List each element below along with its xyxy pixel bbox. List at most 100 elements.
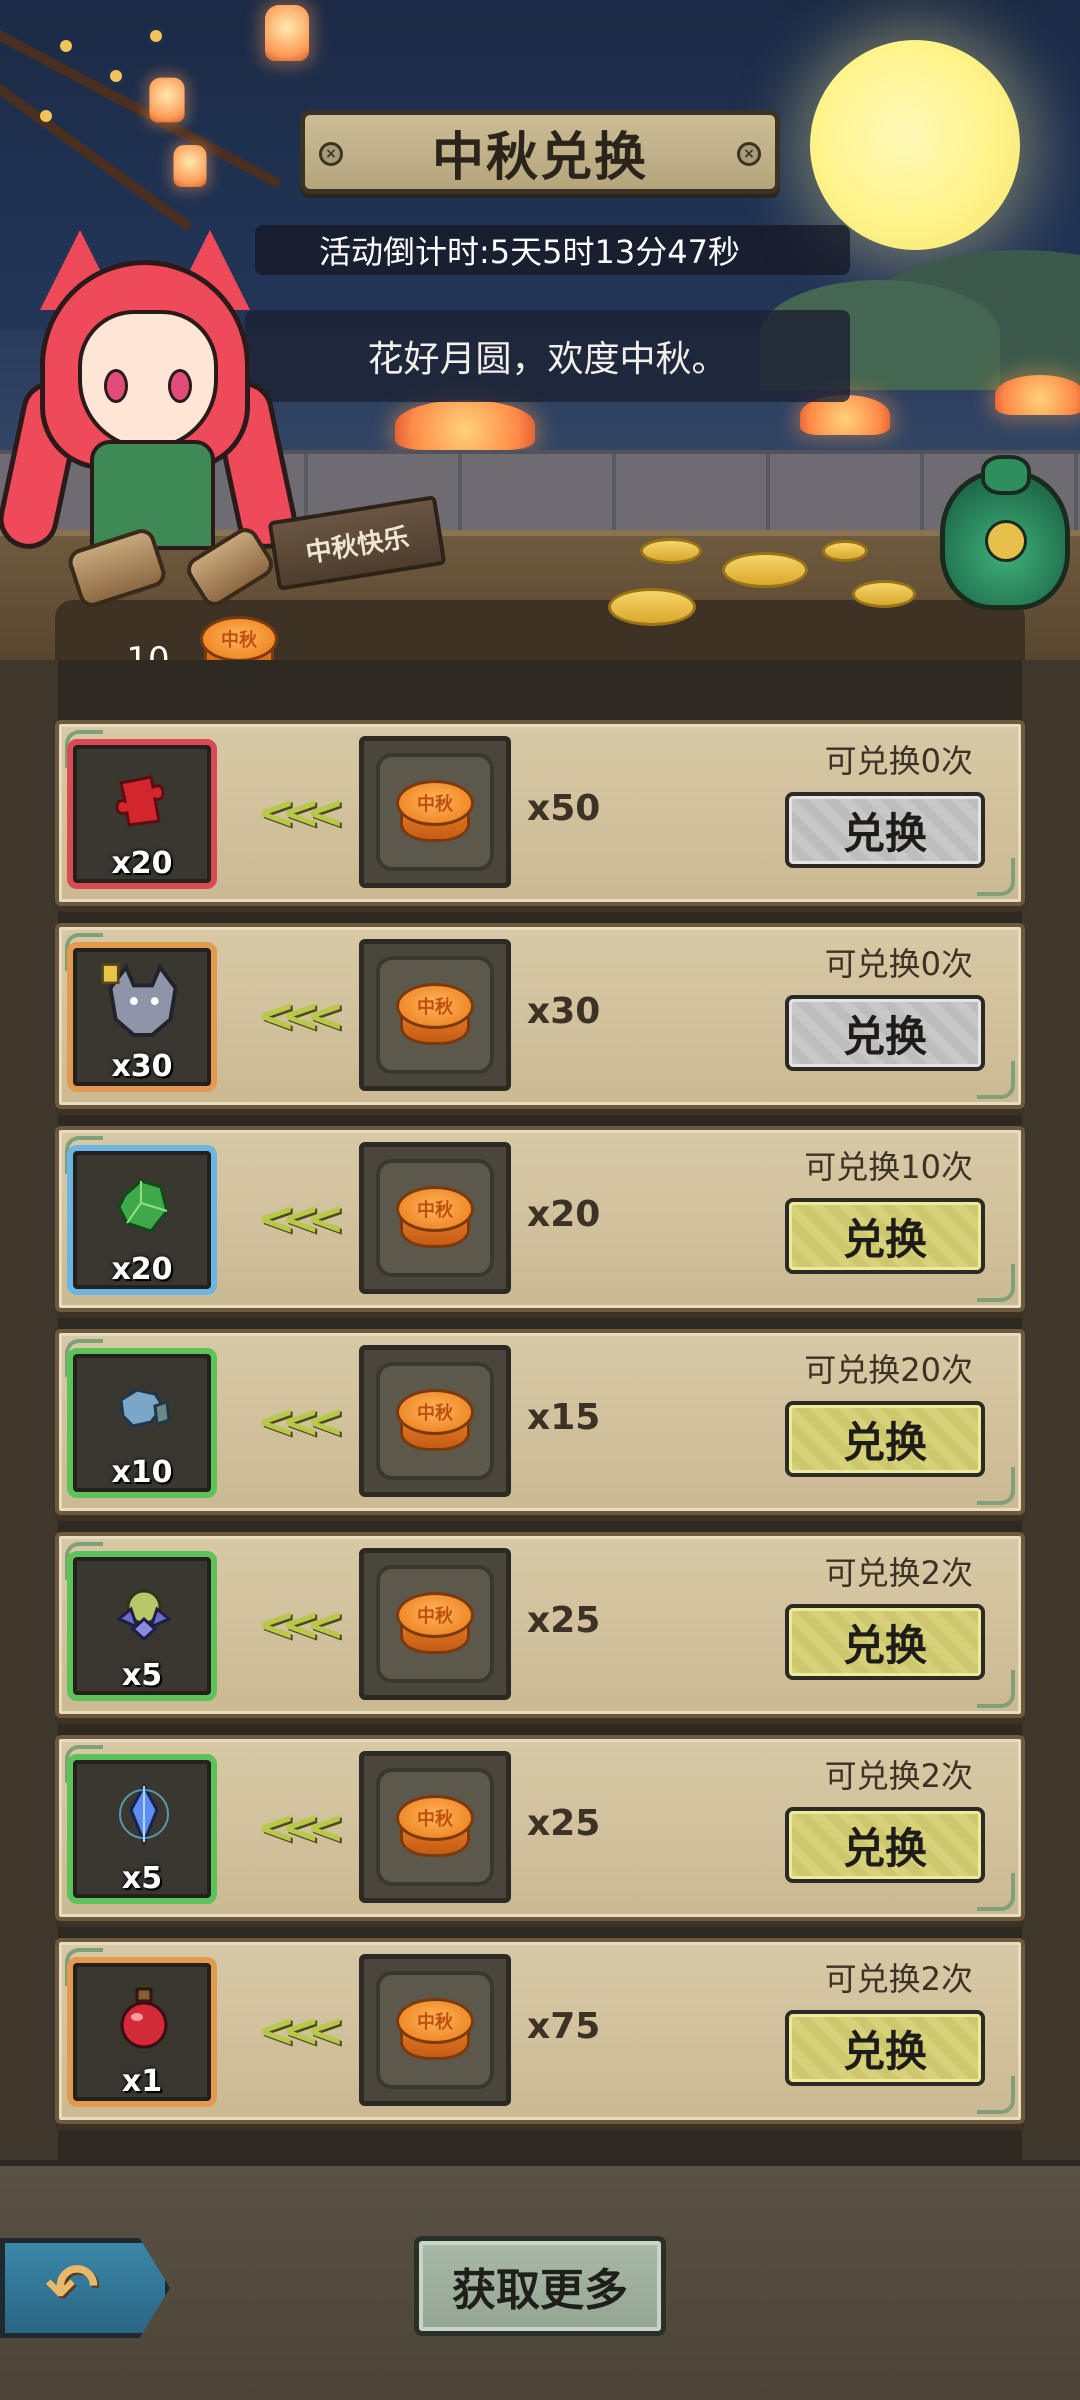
back-button[interactable]: ↶	[0, 2238, 170, 2338]
npc-character	[0, 200, 303, 555]
cost-quantity: x30	[527, 991, 601, 1032]
exchange-list[interactable]: x20 <<< 中秋 x50 可兑换0次 兑换 x30 <<< 中秋 x30 可…	[55, 720, 1025, 2141]
mooncake-icon: 中秋	[396, 1186, 474, 1250]
cost-quantity: x15	[527, 1397, 601, 1438]
cost-slot: 中秋	[359, 736, 511, 888]
reward-slot[interactable]: x5	[67, 1754, 217, 1904]
blue-crystal-icon	[119, 1782, 169, 1846]
sky-lantern-icon	[149, 77, 185, 123]
reward-slot[interactable]: x1	[67, 1957, 217, 2107]
chevron-left-icon: <<<	[257, 2003, 345, 2057]
eye	[104, 369, 128, 403]
gold-coin-icon	[640, 538, 702, 564]
mooncake-icon: 中秋	[396, 1592, 474, 1656]
exchange-button[interactable]: 兑换	[785, 1604, 985, 1680]
countdown-bar: 活动倒计时:5天5时13分47秒	[255, 225, 850, 275]
panel-rail	[1022, 660, 1080, 2160]
face	[78, 310, 218, 450]
blossom-decoration	[110, 70, 122, 82]
exchange-row: x5 <<< 中秋 x25 可兑换2次 兑换	[55, 1735, 1025, 1921]
exchange-row: x5 <<< 中秋 x25 可兑换2次 兑换	[55, 1532, 1025, 1718]
cost-quantity: x25	[527, 1600, 601, 1641]
back-arrow-icon: ↶	[45, 2251, 99, 2325]
chevron-left-icon: <<<	[257, 785, 345, 839]
dialogue-text: 花好月圆，欢度中秋。	[367, 339, 728, 380]
eye	[168, 369, 192, 403]
reward-slot[interactable]: x30	[67, 942, 217, 1092]
chevron-left-icon: <<<	[257, 988, 345, 1042]
cost-slot: 中秋	[359, 1954, 511, 2106]
branch-decoration	[0, 20, 283, 190]
reward-quantity: x20	[111, 1252, 173, 1287]
lotus-lantern-icon	[395, 400, 535, 450]
mooncake-icon: 中秋	[396, 1389, 474, 1453]
moon	[810, 40, 1020, 250]
reward-slot[interactable]: x20	[67, 739, 217, 889]
exchange-button[interactable]: 兑换	[785, 2010, 985, 2086]
remaining-count: 可兑换2次	[824, 1757, 973, 1795]
reward-quantity: x1	[121, 2064, 163, 2099]
red-puzzle-piece-icon	[115, 775, 165, 827]
gold-coin-icon	[608, 588, 696, 626]
cost-quantity: x50	[527, 788, 601, 829]
green-gem-icon	[117, 1179, 169, 1233]
exchange-button[interactable]: 兑换	[785, 1198, 985, 1274]
remaining-count: 可兑换2次	[824, 1960, 973, 1998]
exchange-button[interactable]: 兑换	[785, 1807, 985, 1883]
reward-quantity: x5	[121, 1861, 163, 1896]
gold-coin-icon	[822, 540, 868, 562]
bolt-icon: ×	[319, 142, 343, 166]
chevron-left-icon: <<<	[257, 1597, 345, 1651]
gold-coin-icon	[722, 552, 808, 588]
bottom-bar: ↶ 获取更多	[0, 2160, 1080, 2400]
reward-quantity: x20	[111, 846, 173, 881]
mooncake-icon: 中秋	[396, 1998, 474, 2062]
blossom-decoration	[40, 110, 52, 122]
bag-emblem	[985, 520, 1027, 562]
get-more-button[interactable]: 获取更多	[414, 2236, 666, 2336]
exchange-button[interactable]: 兑换	[785, 1401, 985, 1477]
gold-coin-icon	[852, 580, 916, 608]
countdown-text: 活动倒计时:5天5时13分47秒	[319, 233, 740, 271]
cost-quantity: x25	[527, 1803, 601, 1844]
sky-lantern-icon	[265, 5, 309, 61]
lucky-bag-icon[interactable]	[940, 455, 1070, 610]
exchange-row: x10 <<< 中秋 x15 可兑换20次 兑换	[55, 1329, 1025, 1515]
remaining-count: 可兑换2次	[824, 1554, 973, 1592]
red-potion-icon	[120, 1987, 168, 2049]
panel-rail	[0, 660, 58, 2160]
exchange-row: x20 <<< 中秋 x50 可兑换0次 兑换	[55, 720, 1025, 906]
reward-quantity: x10	[111, 1455, 173, 1490]
mooncake-icon: 中秋	[396, 983, 474, 1047]
chevron-left-icon: <<<	[257, 1800, 345, 1854]
blue-ore-icon	[119, 1388, 171, 1428]
bolt-icon: ×	[737, 142, 761, 166]
title-plate: × 中秋兑换 ×	[300, 110, 780, 194]
sky-lantern-icon	[173, 145, 207, 187]
mooncake-icon: 中秋	[396, 1795, 474, 1859]
wolf-character-icon	[101, 963, 178, 1037]
reward-slot[interactable]: x10	[67, 1348, 217, 1498]
cost-quantity: x20	[527, 1194, 601, 1235]
cost-slot: 中秋	[359, 939, 511, 1091]
exchange-row: x20 <<< 中秋 x20 可兑换10次 兑换	[55, 1126, 1025, 1312]
exchange-button[interactable]: 兑换	[785, 792, 985, 868]
exchange-row: x30 <<< 中秋 x30 可兑换0次 兑换	[55, 923, 1025, 1109]
bag-knot	[981, 455, 1031, 495]
exchange-button[interactable]: 兑换	[785, 995, 985, 1071]
reward-quantity: x5	[121, 1658, 163, 1693]
chevron-left-icon: <<<	[257, 1394, 345, 1448]
cost-slot: 中秋	[359, 1751, 511, 1903]
blossom-decoration	[150, 30, 162, 42]
remaining-count: 可兑换20次	[804, 1351, 973, 1389]
cost-slot: 中秋	[359, 1548, 511, 1700]
cost-slot: 中秋	[359, 1345, 511, 1497]
blossom-decoration	[60, 40, 72, 52]
page-title: 中秋兑换	[431, 127, 648, 188]
cost-quantity: x75	[527, 2006, 601, 2047]
reward-slot[interactable]: x5	[67, 1551, 217, 1701]
reward-slot[interactable]: x20	[67, 1145, 217, 1295]
mooncake-icon: 中秋	[396, 780, 474, 844]
reward-quantity: x30	[111, 1049, 173, 1084]
remaining-count: 可兑换0次	[824, 945, 973, 983]
